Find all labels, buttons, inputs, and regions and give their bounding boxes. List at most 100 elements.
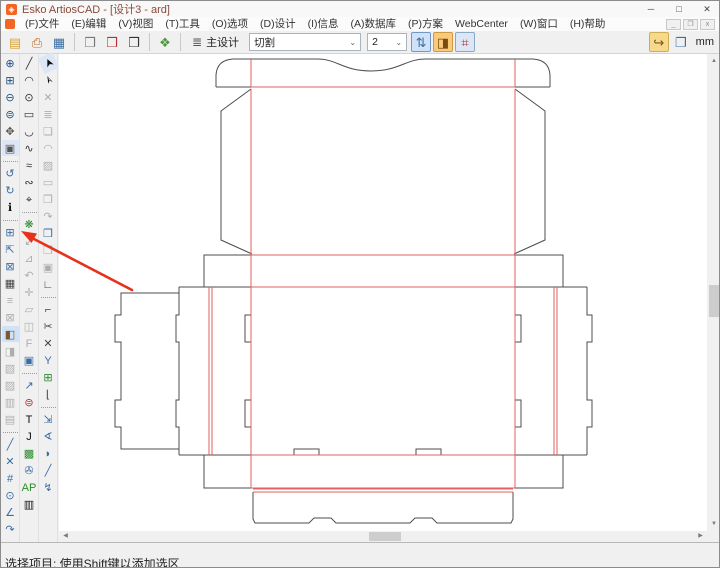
arc-dimension-tool[interactable]: ◗: [40, 445, 57, 461]
move-design-up-tool[interactable]: ⇱: [2, 241, 19, 257]
step-tool[interactable]: ⌊: [40, 386, 57, 402]
menu-file[interactable]: (F)文件: [19, 17, 65, 31]
scale-to-fit-tool[interactable]: ▣: [2, 140, 19, 156]
extend-line-tool[interactable]: ↗: [21, 377, 38, 393]
scroll-up-icon[interactable]: ▲: [707, 54, 720, 68]
slash-dimension-tool[interactable]: ╱: [40, 462, 57, 478]
layer-overlap-button[interactable]: ◨: [433, 32, 453, 52]
workspace-book-button[interactable]: ❐: [671, 32, 691, 52]
stairs-tool[interactable]: ∟: [40, 276, 57, 292]
layer-dropdown[interactable]: 切割 ⌄: [249, 33, 361, 51]
layers-icon: ≣: [192, 35, 202, 49]
curve-hook-tool[interactable]: ↷: [2, 521, 19, 537]
arc-tool[interactable]: ◠: [21, 72, 38, 88]
datum-point-tool[interactable]: ⌖: [21, 191, 38, 207]
menu-view[interactable]: (V)视图: [112, 17, 159, 31]
scroll-right-icon[interactable]: ▶: [694, 531, 707, 542]
zigzag-dimension-tool[interactable]: ↯: [40, 479, 57, 495]
scale-dropdown[interactable]: 2 ⌄: [367, 33, 407, 51]
menu-design[interactable]: (D)设计: [254, 17, 302, 31]
construction-cross-tool[interactable]: ✕: [2, 453, 19, 469]
minimize-button[interactable]: ─: [637, 1, 665, 17]
ellipse-tool[interactable]: ⊜: [21, 394, 38, 410]
menu-edit[interactable]: (E)编辑: [65, 17, 112, 31]
menu-info[interactable]: (I)信息: [302, 17, 345, 31]
toolbar-separator: [180, 33, 181, 51]
dimension-tool[interactable]: ⇲: [40, 411, 57, 427]
convert-to-3d-button[interactable]: ❒: [80, 32, 100, 52]
pan-tool[interactable]: ✥: [2, 123, 19, 139]
standards-catalog-button[interactable]: ❖: [155, 32, 175, 52]
arc-3point-tool[interactable]: ◡: [21, 123, 38, 139]
spline-tool[interactable]: ≈: [21, 157, 38, 173]
select-copy-tool[interactable]: ➣: [37, 69, 59, 91]
branch-tool[interactable]: Y: [40, 352, 57, 368]
horizontal-scrollbar[interactable]: ◀ ▶: [59, 531, 707, 542]
menu-tools[interactable]: (T)工具: [159, 17, 205, 31]
main-design-button[interactable]: ≣ 主设计: [185, 32, 246, 52]
angle-dimension-tool[interactable]: ∢: [40, 428, 57, 444]
italic-text-tool[interactable]: J: [21, 428, 38, 444]
attach-file-tool[interactable]: ✇: [21, 462, 38, 478]
info-tool[interactable]: ℹ: [2, 199, 19, 215]
print-output-button[interactable]: ⎙: [27, 32, 47, 52]
zoom-out-tool[interactable]: ⊖: [2, 89, 19, 105]
construction-line-tool[interactable]: ╱: [2, 436, 19, 452]
zoom-rectangle-tool[interactable]: ⊞: [2, 72, 19, 88]
line-tool[interactable]: ╱: [21, 55, 38, 71]
horizontal-scroll-thumb[interactable]: [369, 532, 401, 541]
mdi-close-button[interactable]: x: [700, 19, 715, 30]
angle-rays-tool[interactable]: ∠: [2, 504, 19, 520]
dieline-view-toggle[interactable]: ⌗: [455, 32, 475, 52]
menu-webcenter[interactable]: WebCenter: [449, 17, 514, 31]
convert-selection-to-3d-button[interactable]: ❒: [102, 32, 122, 52]
menu-options[interactable]: (O)选项: [206, 17, 254, 31]
menu-help[interactable]: (H)帮助: [564, 17, 612, 31]
layer-order-button[interactable]: ⇅: [411, 32, 431, 52]
vertical-scrollbar[interactable]: ▲ ▼: [707, 54, 720, 531]
copy-design-tool[interactable]: ⊠: [2, 258, 19, 274]
fill-roller-tool: ▧: [2, 360, 19, 376]
scroll-down-icon[interactable]: ▼: [707, 517, 720, 531]
mdi-minimize-button[interactable]: _: [666, 19, 681, 30]
bezier-tool[interactable]: ∿: [21, 140, 38, 156]
fill-color-tool[interactable]: ◧: [2, 326, 19, 342]
zoom-previous-tool[interactable]: ⊜: [2, 106, 19, 122]
rectangle-tool[interactable]: ▭: [21, 106, 38, 122]
hatch-grid-tool[interactable]: #: [2, 470, 19, 486]
label-ap-tool[interactable]: AP: [21, 479, 38, 495]
scroll-left-icon[interactable]: ◀: [59, 531, 72, 542]
maximize-button[interactable]: □: [665, 1, 693, 17]
view-3d-button[interactable]: ❒: [124, 32, 144, 52]
offset-line-tool[interactable]: ❋: [21, 216, 38, 232]
save-button[interactable]: ▦: [49, 32, 69, 52]
direction-arrow-button[interactable]: ↪: [649, 32, 669, 52]
menu-project[interactable]: (P)方案: [402, 17, 449, 31]
rotate-cw-tool[interactable]: ↻: [2, 182, 19, 198]
vertical-scroll-thumb[interactable]: [709, 285, 719, 317]
rotate-ccw-tool[interactable]: ↺: [2, 165, 19, 181]
insert-rectangle-tool[interactable]: ▣: [21, 352, 38, 368]
protractor-tool: ⊿: [21, 250, 38, 266]
close-button[interactable]: ✕: [693, 1, 720, 17]
toolbar-right-group: ↪❐ mm: [648, 32, 718, 52]
screen-output-tool[interactable]: ▦: [2, 275, 19, 291]
center-point-tool[interactable]: ⊙: [2, 487, 19, 503]
circle-tool[interactable]: ⊙: [21, 89, 38, 105]
hatch-fill-tool[interactable]: ▩: [21, 445, 38, 461]
zoom-in-tool[interactable]: ⊕: [2, 55, 19, 71]
menu-database[interactable]: (A)数据库: [345, 17, 403, 31]
table-tool[interactable]: ⊞: [40, 369, 57, 385]
text-tool[interactable]: T: [21, 411, 38, 427]
freehand-tool[interactable]: ∾: [21, 174, 38, 190]
menu-window[interactable]: (W)窗口: [514, 17, 564, 31]
add-design-to-layout-tool[interactable]: ⊞: [2, 224, 19, 240]
break-line-tool[interactable]: ✕: [40, 335, 57, 351]
scissors-tool[interactable]: ✂: [40, 318, 57, 334]
barcode-tool[interactable]: ▥: [21, 496, 38, 512]
open-file-button[interactable]: ▤: [5, 32, 25, 52]
design-canvas[interactable]: [59, 54, 707, 531]
corner-tool[interactable]: ⌐: [40, 301, 57, 317]
box-3d-tool[interactable]: ❒: [40, 225, 57, 241]
mdi-restore-button[interactable]: ❐: [683, 19, 698, 30]
